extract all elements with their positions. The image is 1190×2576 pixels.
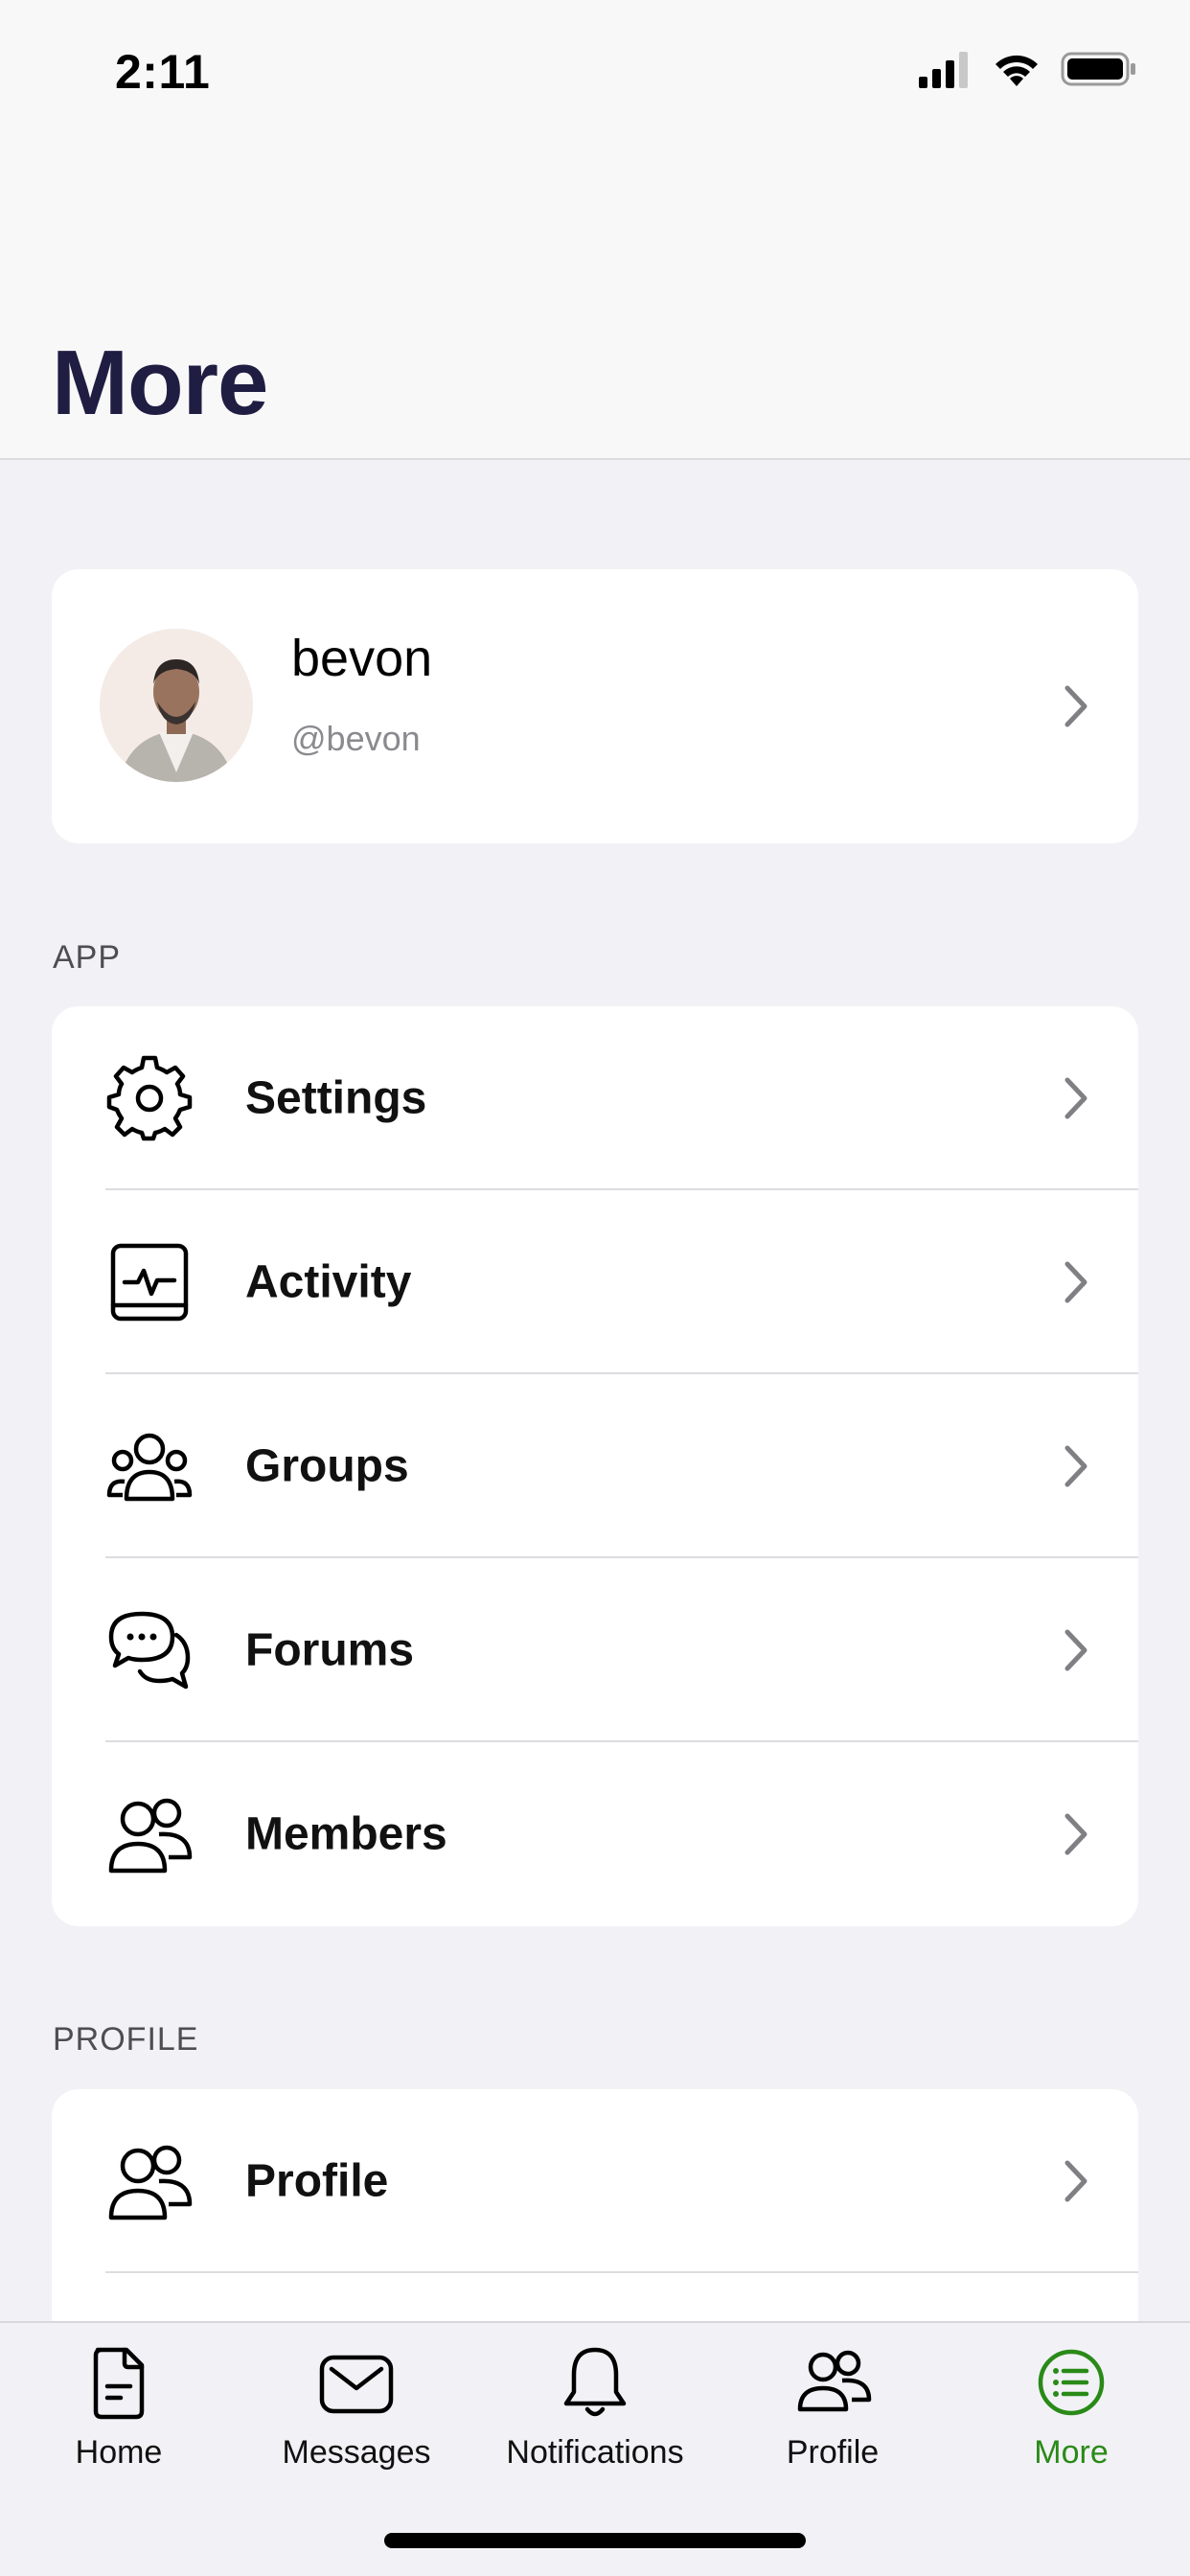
profile-card[interactable]: bevon @bevon: [52, 569, 1138, 843]
chevron-right-icon: [1064, 1077, 1087, 1119]
page-title: More: [52, 332, 268, 434]
activity-icon: [110, 1243, 189, 1322]
tab-more[interactable]: More: [952, 2342, 1190, 2505]
avatar: [100, 629, 253, 782]
menu-item-profile[interactable]: Profile: [52, 2089, 1138, 2273]
menu-item-label: Forums: [245, 1624, 415, 1676]
bell-icon: [563, 2347, 627, 2417]
profile-name: bevon: [291, 630, 433, 687]
battery-icon: [1061, 52, 1135, 86]
wifi-icon: [995, 55, 1038, 86]
menu-item-groups[interactable]: Groups: [52, 1374, 1138, 1558]
tab-label: Messages: [282, 2434, 431, 2471]
profile-handle: @bevon: [291, 719, 421, 758]
tab-profile[interactable]: Profile: [714, 2342, 951, 2505]
list-icon: [1038, 2349, 1105, 2416]
section-label-app: APP: [53, 939, 122, 976]
home-indicator[interactable]: [384, 2533, 806, 2548]
status-icons: [919, 50, 1137, 88]
tab-notifications[interactable]: Notifications: [476, 2342, 714, 2505]
divider: [105, 2271, 1138, 2273]
menu-item-label: Groups: [245, 1440, 409, 1492]
menu-item-label: Profile: [245, 2155, 389, 2207]
groups-icon: [106, 1433, 193, 1502]
menu-item-label: Members: [245, 1808, 447, 1860]
tab-home[interactable]: Home: [0, 2342, 238, 2505]
menu-item-activity[interactable]: Activity: [52, 1190, 1138, 1374]
menu-item-forums[interactable]: Forums: [52, 1558, 1138, 1742]
menu-item-label: Activity: [245, 1256, 412, 1308]
profile-icon: [108, 2145, 193, 2220]
chevron-right-icon: [1064, 1629, 1087, 1671]
tab-label: Notifications: [506, 2434, 684, 2471]
chevron-right-icon: [1064, 685, 1087, 727]
menu-item-members[interactable]: Members: [52, 1742, 1138, 1926]
app-menu-card: Settings Activity Groups Forums Members: [52, 1006, 1138, 1926]
status-time: 2:11: [115, 45, 211, 99]
section-label-profile: PROFILE: [53, 2021, 199, 2058]
menu-item-settings[interactable]: Settings: [52, 1006, 1138, 1190]
gear-icon: [106, 1055, 193, 1141]
tab-label: Profile: [786, 2434, 880, 2471]
document-icon: [93, 2347, 145, 2420]
tab-label: Home: [75, 2434, 163, 2471]
chevron-right-icon: [1064, 2160, 1087, 2202]
signal-icon: [919, 52, 968, 88]
header: 2:11 More: [0, 0, 1190, 460]
people-icon: [797, 2350, 872, 2412]
forums-icon: [108, 1611, 191, 1690]
chevron-right-icon: [1064, 1261, 1087, 1303]
members-icon: [108, 1798, 193, 1874]
tab-label: More: [1034, 2434, 1109, 2471]
more-screen: 2:11 More bevon @bevon APP Settings Acti…: [0, 0, 1190, 2576]
tab-messages[interactable]: Messages: [238, 2342, 475, 2505]
envelope-icon: [319, 2355, 394, 2414]
chevron-right-icon: [1064, 1445, 1087, 1487]
menu-item-label: Settings: [245, 1072, 427, 1124]
chevron-right-icon: [1064, 1813, 1087, 1855]
